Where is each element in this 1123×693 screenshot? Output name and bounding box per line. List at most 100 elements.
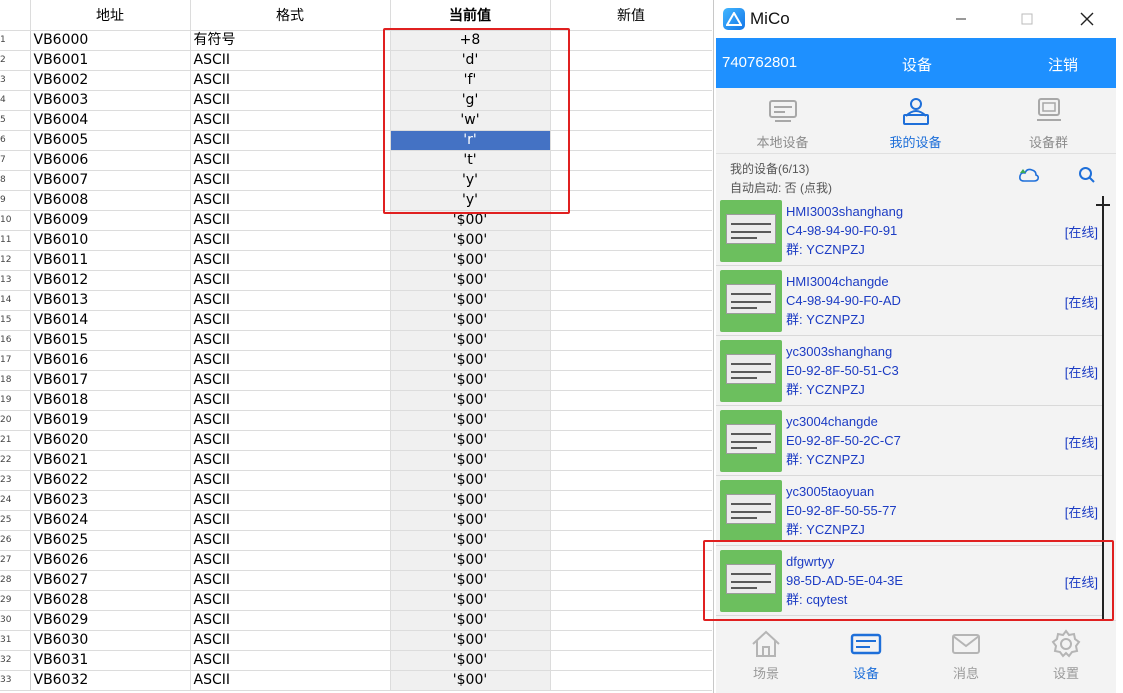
format-cell[interactable]: ASCII: [190, 170, 391, 191]
device-list[interactable]: HMI3003shanghang C4-98-94-90-F0-91 群: YCZN…: [716, 196, 1116, 620]
table-row[interactable]: 25 VB6024 ASCII '$00': [0, 510, 712, 531]
table-row[interactable]: 33 VB6032 ASCII '$00': [0, 670, 712, 691]
format-cell[interactable]: ASCII: [190, 590, 391, 611]
table-row[interactable]: 31 VB6030 ASCII '$00': [0, 630, 712, 651]
address-cell[interactable]: VB6025: [30, 530, 191, 551]
table-row[interactable]: 29 VB6028 ASCII '$00': [0, 590, 712, 611]
format-cell[interactable]: ASCII: [190, 450, 391, 471]
table-row[interactable]: 10 VB6009 ASCII '$00': [0, 210, 712, 231]
format-cell[interactable]: ASCII: [190, 310, 391, 331]
format-cell[interactable]: ASCII: [190, 410, 391, 431]
current-value-cell[interactable]: 'y': [390, 190, 551, 211]
subtab-device-group[interactable]: 设备群: [982, 88, 1115, 154]
format-cell[interactable]: ASCII: [190, 390, 391, 411]
format-cell[interactable]: ASCII: [190, 70, 391, 91]
format-cell[interactable]: ASCII: [190, 50, 391, 71]
table-row[interactable]: 19 VB6018 ASCII '$00': [0, 390, 712, 411]
current-value-cell[interactable]: '$00': [390, 590, 551, 611]
device-item[interactable]: yc3004changde E0-92-8F-50-2C-C7 群: YCZNPZJ…: [716, 406, 1104, 476]
format-cell[interactable]: ASCII: [190, 530, 391, 551]
new-value-cell[interactable]: [550, 530, 712, 551]
address-cell[interactable]: VB6027: [30, 570, 191, 591]
new-value-cell[interactable]: [550, 470, 712, 491]
bottom-tab-settings[interactable]: 设置: [1016, 621, 1116, 693]
address-cell[interactable]: VB6019: [30, 410, 191, 431]
address-cell[interactable]: VB6024: [30, 510, 191, 531]
format-cell[interactable]: ASCII: [190, 510, 391, 531]
new-value-cell[interactable]: [550, 430, 712, 451]
new-value-cell[interactable]: [550, 290, 712, 311]
table-row[interactable]: 6 VB6005 ASCII'r': [0, 130, 712, 151]
new-value-cell[interactable]: [550, 350, 712, 371]
new-value-cell[interactable]: [550, 110, 712, 131]
address-cell[interactable]: VB6011: [30, 250, 191, 271]
address-cell[interactable]: VB6029: [30, 610, 191, 631]
table-row[interactable]: 23 VB6022 ASCII '$00': [0, 470, 712, 491]
table-row[interactable]: 32 VB6031 ASCII '$00': [0, 650, 712, 671]
current-value-cell[interactable]: 'w': [390, 110, 551, 131]
autostart-toggle[interactable]: 自动启动: 否 (点我): [730, 179, 832, 196]
table-row[interactable]: 15 VB6014 ASCII '$00': [0, 310, 712, 331]
minimize-button[interactable]: [938, 0, 984, 38]
address-cell[interactable]: VB6002: [30, 70, 191, 91]
new-value-cell[interactable]: [550, 390, 712, 411]
current-value-cell[interactable]: '$00': [390, 210, 551, 231]
new-value-cell[interactable]: [550, 210, 712, 231]
format-cell[interactable]: ASCII: [190, 650, 391, 671]
current-value-cell[interactable]: '$00': [390, 650, 551, 671]
current-value-cell[interactable]: '$00': [390, 350, 551, 371]
bottom-tab-scene[interactable]: 场景: [716, 621, 816, 693]
current-value-cell[interactable]: '$00': [390, 490, 551, 511]
current-value-cell[interactable]: '$00': [390, 430, 551, 451]
column-header-new-value[interactable]: 新值: [550, 0, 712, 31]
search-icon[interactable]: [1078, 166, 1096, 184]
new-value-cell[interactable]: [550, 570, 712, 591]
address-cell[interactable]: VB6023: [30, 490, 191, 511]
current-value-cell[interactable]: '$00': [390, 510, 551, 531]
format-cell[interactable]: ASCII: [190, 670, 391, 691]
current-value-cell[interactable]: '$00': [390, 670, 551, 691]
table-row[interactable]: 28 VB6027 ASCII '$00': [0, 570, 712, 591]
new-value-cell[interactable]: [550, 130, 712, 151]
address-cell[interactable]: VB6016: [30, 350, 191, 371]
address-cell[interactable]: VB6031: [30, 650, 191, 671]
format-cell[interactable]: ASCII: [190, 90, 391, 111]
address-cell[interactable]: VB6010: [30, 230, 191, 251]
address-cell[interactable]: VB6018: [30, 390, 191, 411]
format-cell[interactable]: ASCII: [190, 210, 391, 231]
new-value-cell[interactable]: [550, 610, 712, 631]
format-cell[interactable]: ASCII: [190, 110, 391, 131]
new-value-cell[interactable]: [550, 370, 712, 391]
format-cell[interactable]: ASCII: [190, 550, 391, 571]
current-value-cell[interactable]: '$00': [390, 230, 551, 251]
new-value-cell[interactable]: [550, 450, 712, 471]
new-value-cell[interactable]: [550, 90, 712, 111]
format-cell[interactable]: ASCII: [190, 250, 391, 271]
column-header-current-value[interactable]: 当前值: [390, 0, 551, 31]
subtab-my-devices[interactable]: 我的设备: [849, 88, 982, 154]
current-value-cell[interactable]: '$00': [390, 310, 551, 331]
table-row[interactable]: 3 VB6002 ASCII'f': [0, 70, 712, 91]
new-value-cell[interactable]: [550, 170, 712, 191]
table-row[interactable]: 13 VB6012 ASCII '$00': [0, 270, 712, 291]
new-value-cell[interactable]: [550, 270, 712, 291]
current-value-cell[interactable]: 'd': [390, 50, 551, 71]
current-value-cell[interactable]: '$00': [390, 250, 551, 271]
address-cell[interactable]: VB6012: [30, 270, 191, 291]
new-value-cell[interactable]: [550, 70, 712, 91]
device-list-scrollbar[interactable]: [1102, 196, 1104, 620]
current-value-cell[interactable]: 'y': [390, 170, 551, 191]
device-item[interactable]: dfgwrtyy 98-5D-AD-5E-04-3E 群: cqytest [在线]: [716, 546, 1104, 616]
current-value-cell[interactable]: '$00': [390, 410, 551, 431]
table-row[interactable]: 12 VB6011 ASCII '$00': [0, 250, 712, 271]
close-button[interactable]: [1064, 0, 1110, 38]
new-value-cell[interactable]: [550, 410, 712, 431]
new-value-cell[interactable]: [550, 50, 712, 71]
new-value-cell[interactable]: [550, 490, 712, 511]
device-item[interactable]: HMI3003shanghang C4-98-94-90-F0-91 群: YCZN…: [716, 196, 1104, 266]
format-cell[interactable]: ASCII: [190, 130, 391, 151]
table-row[interactable]: 16 VB6015 ASCII '$00': [0, 330, 712, 351]
address-cell[interactable]: VB6032: [30, 670, 191, 691]
format-cell[interactable]: ASCII: [190, 610, 391, 631]
address-cell[interactable]: VB6028: [30, 590, 191, 611]
